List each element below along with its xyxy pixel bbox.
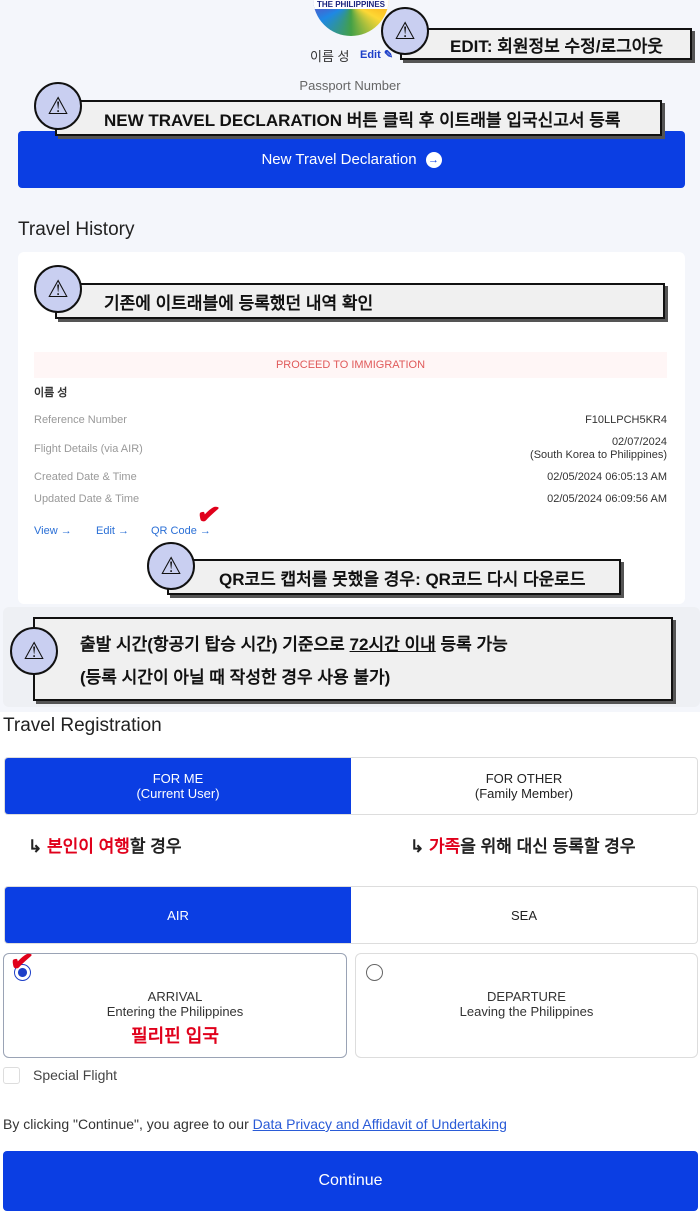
new-travel-declaration-button[interactable]: New Travel Declaration → xyxy=(18,131,685,188)
created-date-label: Created Date & Time xyxy=(34,471,137,483)
traveler-type-toggle: FOR ME (Current User) FOR OTHER (Family Me… xyxy=(4,757,698,815)
flight-date-value: 02/07/2024 xyxy=(611,436,667,448)
arrow-right-circle-icon: → xyxy=(425,151,442,168)
time-limit-line2: (등록 시간이 아닐 때 작성한 경우 사용 불가) xyxy=(80,668,391,687)
warning-icon: ⚠ xyxy=(34,265,82,313)
arrow-right-icon: → xyxy=(118,525,130,537)
sea-tab[interactable]: SEA xyxy=(351,887,697,943)
callout-edit: EDIT: 회원정보 수정/로그아웃 xyxy=(400,28,692,60)
view-link[interactable]: View → xyxy=(34,525,72,537)
for-other-tab[interactable]: FOR OTHER (Family Member) xyxy=(351,758,697,814)
updated-date-value: 02/05/2024 06:09:56 AM xyxy=(547,493,667,505)
agreement-text: By clicking "Continue", you agree to our… xyxy=(3,1116,507,1132)
special-flight-checkbox[interactable] xyxy=(3,1067,20,1084)
time-limit-line1: 출발 시간(항공기 탑승 시간) 기준으로 72시간 이내 등록 가능 xyxy=(80,635,508,654)
checkmark-icon: ✔ xyxy=(7,944,36,979)
warning-icon: ⚠ xyxy=(10,627,58,675)
transport-mode-toggle: AIR SEA xyxy=(4,886,698,944)
arrival-option[interactable]: ARRIVAL Entering the Philippines 필리핀 입국 xyxy=(3,953,347,1058)
user-name: 이름 성 xyxy=(310,49,350,64)
updated-date-label: Updated Date & Time xyxy=(34,493,140,505)
flight-details-label: Flight Details (via AIR) xyxy=(34,443,143,455)
corner-arrow-icon: ↳ xyxy=(410,837,429,856)
flight-route-value: (South Korea to Philippines) xyxy=(530,449,667,461)
philippines-logo: THE PHILIPPINES xyxy=(313,0,389,36)
status-badge: PROCEED TO IMMIGRATION xyxy=(34,352,667,378)
note-for-me: ↳ 본인이 여행할 경우 xyxy=(28,837,182,856)
edit-link[interactable]: Edit → xyxy=(96,525,129,537)
traveler-name: 이름 성 xyxy=(34,387,68,399)
warning-icon: ⚠ xyxy=(381,7,429,55)
passport-number-label: Passport Number xyxy=(299,78,401,93)
reference-number-label: Reference Number xyxy=(34,414,127,426)
callout-qr: QR코드 캡처를 못했을 경우: QR코드 다시 다운로드 xyxy=(167,559,621,595)
departure-option[interactable]: DEPARTURE Leaving the Philippines xyxy=(355,953,698,1058)
arrow-right-icon: → xyxy=(60,525,72,537)
callout-history: 기존에 이트래블에 등록했던 내역 확인 xyxy=(55,283,665,319)
callout-new-declaration: NEW TRAVEL DECLARATION 버튼 클릭 후 이트래블 입국신고… xyxy=(55,100,662,136)
travel-registration-title: Travel Registration xyxy=(3,715,162,736)
data-privacy-link[interactable]: Data Privacy and Affidavit of Undertakin… xyxy=(253,1116,507,1132)
corner-arrow-icon: ↳ xyxy=(28,837,47,856)
warning-icon: ⚠ xyxy=(147,542,195,590)
edit-profile-link[interactable]: Edit ✎ xyxy=(360,48,393,61)
callout-time-limit: 출발 시간(항공기 탑승 시간) 기준으로 72시간 이내 등록 가능 (등록 … xyxy=(33,617,673,701)
continue-button[interactable]: Continue xyxy=(3,1151,698,1211)
travel-history-title: Travel History xyxy=(18,219,135,240)
checkmark-icon: ✔ xyxy=(194,497,223,532)
air-tab[interactable]: AIR xyxy=(5,887,351,943)
warning-icon: ⚠ xyxy=(34,82,82,130)
departure-radio[interactable] xyxy=(366,964,383,981)
for-me-tab[interactable]: FOR ME (Current User) xyxy=(5,758,351,814)
special-flight-label: Special Flight xyxy=(33,1067,118,1083)
reference-number-value: F10LLPCH5KR4 xyxy=(585,414,667,426)
created-date-value: 02/05/2024 06:05:13 AM xyxy=(547,471,667,483)
note-for-other: ↳ 가족을 위해 대신 등록할 경우 xyxy=(410,837,636,856)
